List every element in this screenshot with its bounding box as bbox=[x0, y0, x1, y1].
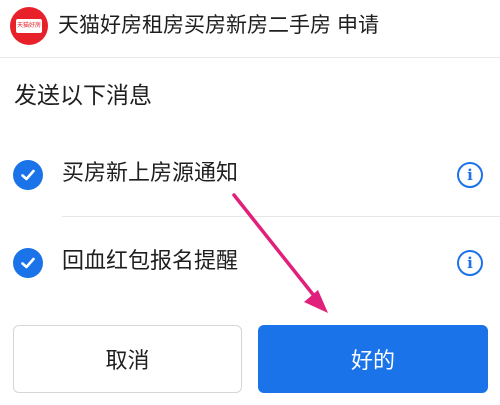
option-row-cashback-reminder[interactable]: 回血红包报名提醒 i bbox=[0, 233, 500, 293]
app-name: 天猫好房租房买房新房二手房 bbox=[58, 13, 331, 37]
dialog-header: 天猫好房 天猫好房租房买房新房二手房 申请 bbox=[0, 0, 500, 56]
app-logo-text: 天猫好房 bbox=[16, 19, 42, 33]
option-label: 买房新上房源通知 bbox=[62, 161, 239, 186]
request-label: 申请 bbox=[337, 13, 379, 37]
cancel-button[interactable]: 取消 bbox=[13, 325, 242, 393]
section-title: 发送以下消息 bbox=[14, 83, 152, 109]
option-row-new-listing[interactable]: 买房新上房源通知 i bbox=[0, 145, 500, 205]
header-divider bbox=[0, 57, 500, 58]
info-icon[interactable]: i bbox=[457, 162, 483, 188]
row-divider bbox=[62, 216, 500, 217]
checkbox-checked-icon[interactable] bbox=[13, 248, 43, 278]
option-label: 回血红包报名提醒 bbox=[62, 249, 239, 274]
dialog-title: 天猫好房租房买房新房二手房 申请 bbox=[58, 11, 379, 39]
app-logo: 天猫好房 bbox=[10, 7, 48, 45]
checkbox-checked-icon[interactable] bbox=[13, 160, 43, 190]
info-icon[interactable]: i bbox=[457, 250, 483, 276]
ok-button[interactable]: 好的 bbox=[258, 325, 488, 393]
